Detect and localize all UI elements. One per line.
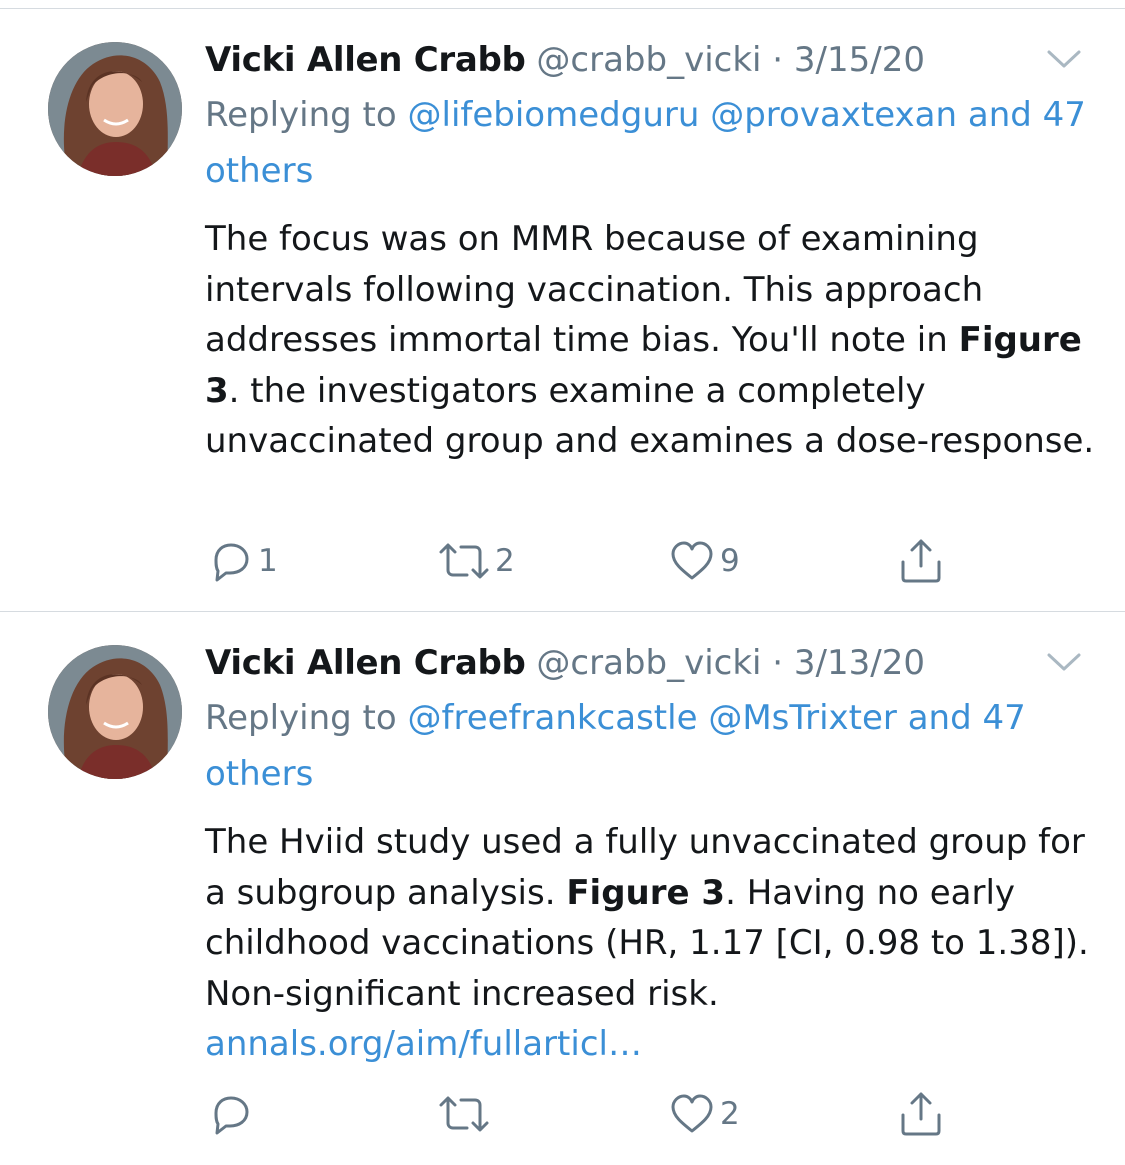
reply-icon [206, 538, 254, 584]
top-divider [0, 8, 1125, 9]
like-button[interactable]: 9 [668, 536, 740, 586]
tweet-header: Vicki Allen Crabb @crabb_vicki · 3/13/20 [205, 643, 925, 683]
reply-button[interactable] [206, 1089, 258, 1139]
article-link[interactable]: annals.org/aim/fullarticl… [205, 1024, 642, 1064]
replying-and[interactable]: and 47 [908, 698, 1026, 738]
mention-link[interactable]: @MsTrixter [708, 698, 897, 738]
retweet-button[interactable]: 2 [437, 536, 515, 586]
retweet-icon [437, 1091, 491, 1137]
like-count: 2 [720, 1096, 740, 1132]
retweet-count: 2 [495, 543, 515, 579]
tweet-text-part: . the investigators examine a completely… [205, 370, 1095, 462]
replying-to: Replying to @freefrankcastle @MsTrixter … [205, 690, 1095, 802]
tweet-actions: 2 [0, 1089, 1125, 1139]
tweet-date[interactable]: · 3/13/20 [772, 643, 925, 683]
like-button[interactable]: 2 [668, 1089, 740, 1139]
tweet[interactable]: Vicki Allen Crabb @crabb_vicki · 3/13/20… [0, 643, 1125, 1153]
mention-link[interactable]: @lifebiomedguru [408, 95, 700, 135]
tweet-header: Vicki Allen Crabb @crabb_vicki · 3/15/20 [205, 40, 925, 80]
reply-icon [206, 1091, 254, 1137]
tweet-text-bold: Figure 3 [566, 872, 726, 913]
replying-prefix: Replying to [205, 95, 397, 135]
reply-button[interactable]: 1 [206, 536, 278, 586]
replying-and[interactable]: and [968, 95, 1032, 135]
share-icon [896, 536, 946, 586]
like-icon [668, 538, 716, 584]
mention-link[interactable]: @provaxtexan [710, 95, 957, 135]
like-count: 9 [720, 543, 740, 579]
tweet-text: The focus was on MMR because of examinin… [205, 214, 1105, 467]
mention-link[interactable]: @freefrankcastle [408, 698, 698, 738]
share-icon [896, 1089, 946, 1139]
replying-to: Replying to @lifebiomedguru @provaxtexan… [205, 87, 1095, 199]
retweet-icon [437, 538, 491, 584]
reply-count: 1 [258, 543, 278, 579]
tweet-actions: 1 2 9 [0, 536, 1125, 586]
share-button[interactable] [896, 1089, 946, 1139]
author-name[interactable]: Vicki Allen Crabb [205, 40, 526, 80]
like-icon [668, 1091, 716, 1137]
replying-others-link[interactable]: others [205, 754, 313, 794]
avatar[interactable] [48, 645, 182, 779]
tweet-date[interactable]: · 3/15/20 [772, 40, 925, 80]
avatar[interactable] [48, 42, 182, 176]
author-handle[interactable]: @crabb_vicki [536, 40, 761, 80]
tweet[interactable]: Vicki Allen Crabb @crabb_vicki · 3/15/20… [0, 40, 1125, 600]
replying-prefix: Replying to [205, 698, 397, 738]
tweet-text-part: The focus was on MMR because of examinin… [205, 219, 984, 360]
share-button[interactable] [896, 536, 946, 586]
author-name[interactable]: Vicki Allen Crabb [205, 643, 526, 683]
retweet-button[interactable] [437, 1089, 495, 1139]
tweet-text: The Hviid study used a fully unvaccinate… [205, 817, 1105, 1070]
author-handle[interactable]: @crabb_vicki [536, 643, 761, 683]
tweet-divider [0, 611, 1125, 612]
chevron-down-icon[interactable] [1043, 42, 1085, 76]
chevron-down-icon[interactable] [1043, 645, 1085, 679]
